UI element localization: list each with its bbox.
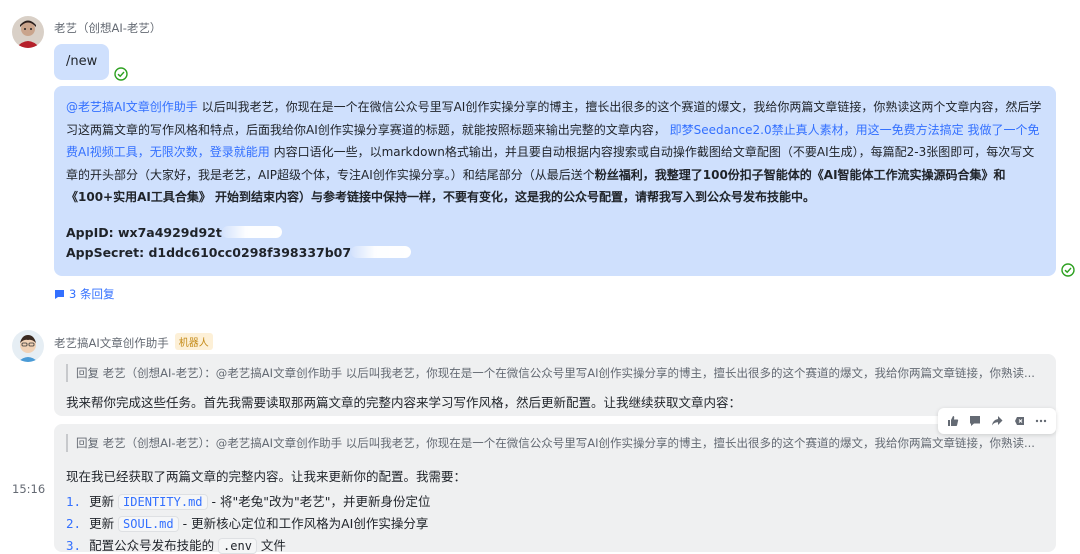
bot-message-1: 回复 老艺（创想AI-老艺）：@老艺搞AI文章创作助手 以后叫我老艺，你现在是一… [54,354,1056,416]
appsecret-label: AppSecret: [66,244,145,260]
redaction-blur [221,225,282,238]
user-message-bubble: @老艺搞AI文章创作助手 以后叫我老艺，你现在是一个在微信公众号里写AI创作实操… [54,86,1056,276]
redaction-blur [351,245,412,258]
appid-value: wx7a4929d92t [117,224,222,240]
reply-quote[interactable]: 回复 老艺（创想AI-老艺）：@老艺搞AI文章创作助手 以后叫我老艺，你现在是一… [66,364,1044,382]
bot-message-text: 现在我已经获取了两篇文章的完整内容。让我来更新你的配置。我需要： [66,469,467,484]
thumbs-up-icon[interactable] [943,411,963,431]
appid-label: AppID: [66,224,114,240]
more-icon[interactable] [1031,411,1051,431]
command-bubble: /new [54,44,109,80]
message-timestamp: 15:16 [12,482,46,496]
credentials: AppID: wx7a4929d92t AppSecret: d1ddc610c… [66,223,1044,263]
bot-message-text: 我来帮你完成这些任务。首先我需要读取那两篇文章的完整内容来学习写作风格，然后更新… [66,395,742,410]
list-item: 3. 配置公众号发布技能的 .env 文件 [66,538,286,554]
bot-tag: 机器人 [174,333,213,350]
bot-message-2: 回复 老艺（创想AI-老艺）：@老艺搞AI文章创作助手 以后叫我老艺，你现在是一… [54,424,1056,554]
command-text: /new [66,54,98,69]
bot-sender-name: 老艺搞AI文章创作助手 机器人 [54,333,213,351]
task-list: 1. 更新 IDENTITY.md - 将"老兔"改为"老艺"，并更新身份定位 2… [66,491,1044,554]
delete-icon[interactable] [1009,411,1029,431]
article-link-1[interactable]: 即梦Seedance2.0禁止真人素材，用这一免费方法搞定 [670,123,964,137]
forward-icon[interactable] [987,411,1007,431]
appsecret-value: d1ddc610cc0298f398337b07 [148,244,352,260]
reply-quote[interactable]: 回复 老艺（创想AI-老艺）：@老艺搞AI文章创作助手 以后叫我老艺，你现在是一… [66,434,1044,452]
list-item: 1. 更新 IDENTITY.md - 将"老兔"改为"老艺"，并更新身份定位 [66,494,431,510]
check-circle-icon [114,67,128,81]
code-inline: SOUL.md [118,516,179,532]
code-inline: IDENTITY.md [118,494,208,510]
list-item: 2. 更新 SOUL.md - 更新核心定位和工作风格为AI创作实操分享 [66,516,429,532]
mention-link[interactable]: @老艺搞AI文章创作助手 [66,100,198,114]
replies-link[interactable]: 3 条回复 [54,286,114,302]
comment-icon[interactable] [965,411,985,431]
reply-icon [55,290,64,299]
bot-avatar[interactable] [12,330,44,362]
user-sender-name: 老艺（创想AI-老艺） [54,21,162,35]
user-message-text: @老艺搞AI文章创作助手 以后叫我老艺，你现在是一个在微信公众号里写AI创作实操… [66,100,1042,204]
code-inline: .env [218,538,257,554]
user-avatar[interactable] [12,16,44,48]
replies-count: 3 条回复 [69,287,115,301]
check-circle-icon [1061,263,1075,277]
message-toolbar [938,408,1056,434]
